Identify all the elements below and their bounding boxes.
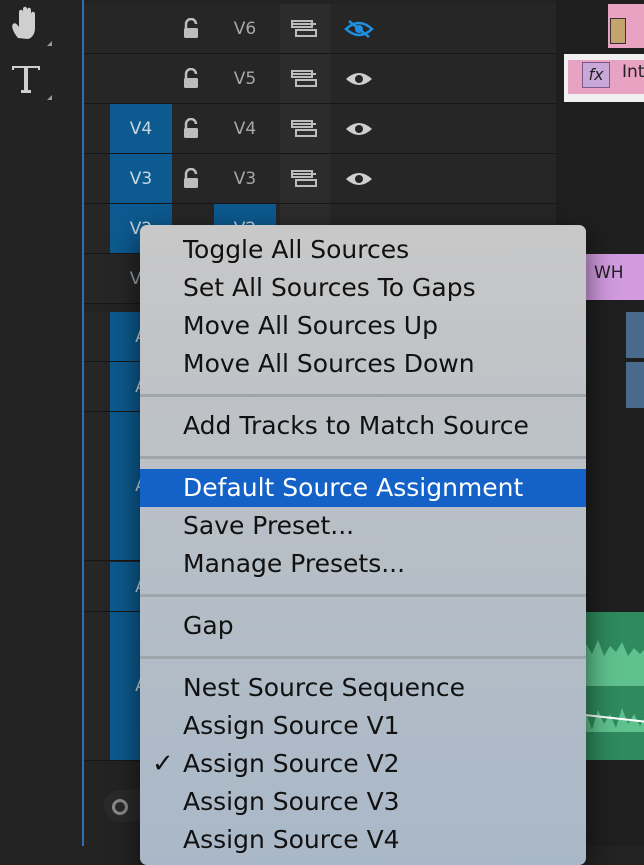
tools-panel <box>0 0 82 846</box>
menu-item-set-all-sources-to-gaps[interactable]: Set All Sources To Gaps <box>140 269 586 307</box>
menu-item-add-tracks-to-match-source[interactable]: Add Tracks to Match Source <box>140 407 586 445</box>
audio-clip-a2[interactable] <box>626 362 644 408</box>
tool-flyout-indicator <box>47 95 52 100</box>
eye-icon[interactable] <box>344 69 374 89</box>
track-name-v3[interactable]: V3 <box>214 154 276 203</box>
menu-separator <box>140 594 586 597</box>
menu-item-gap[interactable]: Gap <box>140 607 586 645</box>
fx-badge: fx <box>582 62 610 88</box>
type-tool-button[interactable] <box>6 58 52 102</box>
menu-item-default-source-assignment[interactable]: Default Source Assignment <box>140 469 586 507</box>
track-row-v4: V4 V4 <box>84 104 556 154</box>
tool-flyout-indicator <box>47 41 52 46</box>
menu-item-toggle-all-sources[interactable]: Toggle All Sources <box>140 231 586 269</box>
eye-hidden-icon[interactable] <box>344 19 374 39</box>
menu-item-assign-source-v4[interactable]: Assign Source V4 <box>140 821 586 859</box>
hand-icon <box>12 6 35 39</box>
sync-lock-icon[interactable] <box>290 69 318 89</box>
audio-clip-a1[interactable] <box>626 312 644 358</box>
checkmark-icon: ✓ <box>152 749 174 779</box>
menu-item-move-all-sources-down[interactable]: Move All Sources Down <box>140 345 586 383</box>
sync-lock-icon[interactable] <box>290 169 318 189</box>
unlock-icon[interactable] <box>182 18 202 40</box>
scroll-handle[interactable] <box>112 799 128 815</box>
track-row-v3: V3 V3 <box>84 154 556 204</box>
unlock-icon[interactable] <box>182 168 202 190</box>
eye-icon[interactable] <box>344 169 374 189</box>
clip-label: WH <box>594 263 624 283</box>
clip-thumbnail <box>610 18 626 44</box>
track-row-v6: V6 <box>84 4 556 54</box>
track-name-v5[interactable]: V5 <box>214 54 276 103</box>
track-name-v6[interactable]: V6 <box>214 4 276 53</box>
track-name-v4[interactable]: V4 <box>214 104 276 153</box>
eye-icon[interactable] <box>344 119 374 139</box>
unlock-icon[interactable] <box>182 118 202 140</box>
sync-lock-icon[interactable] <box>290 119 318 139</box>
source-patch-context-menu: Toggle All Sources Set All Sources To Ga… <box>140 225 586 865</box>
menu-item-nest-source-sequence[interactable]: Nest Source Sequence <box>140 669 586 707</box>
source-patch-v3[interactable]: V3 <box>110 154 172 203</box>
menu-item-save-preset[interactable]: Save Preset... <box>140 507 586 545</box>
source-patch-v4[interactable]: V4 <box>110 104 172 153</box>
menu-separator <box>140 456 586 459</box>
clip-v6[interactable] <box>608 4 644 48</box>
clip-v5[interactable]: fx Intr <box>564 54 644 102</box>
hand-tool-button[interactable] <box>6 4 52 48</box>
menu-item-move-all-sources-up[interactable]: Move All Sources Up <box>140 307 586 345</box>
unlock-icon[interactable] <box>182 68 202 90</box>
menu-separator <box>140 656 586 659</box>
menu-item-label: Assign Source V2 <box>183 749 400 778</box>
menu-item-assign-source-v2[interactable]: ✓ Assign Source V2 <box>140 745 586 783</box>
clip-label: Intr <box>622 62 644 82</box>
menu-separator <box>140 394 586 397</box>
track-row-v5: V5 <box>84 54 556 104</box>
sync-lock-icon[interactable] <box>290 19 318 39</box>
menu-item-assign-source-v3[interactable]: Assign Source V3 <box>140 783 586 821</box>
text-T-icon <box>12 66 40 93</box>
menu-item-assign-source-v1[interactable]: Assign Source V1 <box>140 707 586 745</box>
menu-item-manage-presets[interactable]: Manage Presets... <box>140 545 586 583</box>
